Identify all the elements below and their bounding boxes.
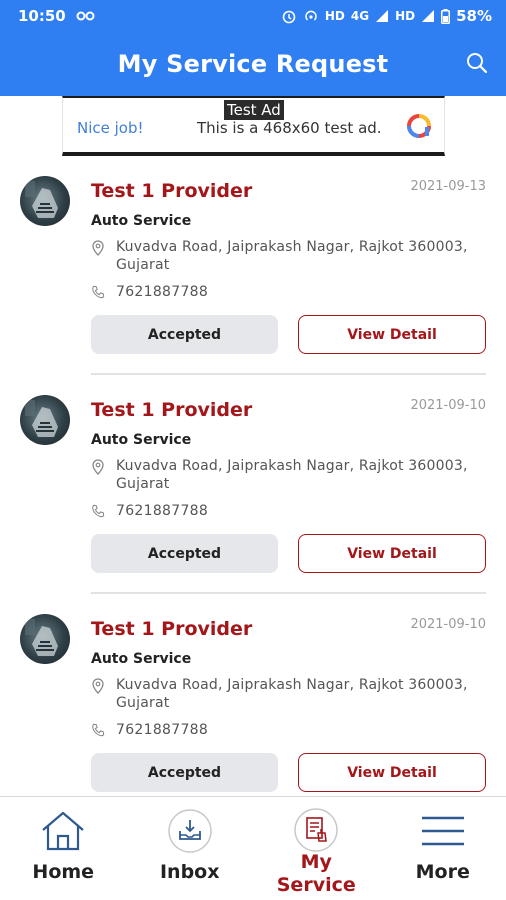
signal-icon: [375, 9, 389, 23]
status-bar: 10:50 HD 4G HD 58%: [0, 0, 506, 32]
provider-name: Test 1 Provider: [91, 180, 253, 202]
nav-item-home[interactable]: Home: [0, 797, 127, 900]
address: Kuvadva Road, Jaiprakash Nagar, Rajkot 3…: [116, 458, 468, 492]
battery-icon: [441, 8, 451, 24]
network-label-1: HD: [324, 9, 345, 23]
ad-label: Test Ad: [224, 100, 284, 120]
provider-name: Test 1 Provider: [91, 618, 253, 640]
location-pin-icon: [92, 459, 104, 475]
view-detail-button[interactable]: View Detail: [298, 315, 486, 354]
service-request-icon: [293, 807, 339, 853]
nav-item-more[interactable]: More: [380, 797, 506, 900]
phone-icon: [92, 723, 105, 737]
battery-percent: 58%: [456, 7, 492, 25]
card-divider: [91, 592, 486, 594]
nav-label-more: More: [415, 861, 470, 883]
nav-item-inbox[interactable]: Inbox: [127, 797, 254, 900]
page-title: My Service Request: [117, 50, 389, 78]
provider-name: Test 1 Provider: [91, 399, 253, 421]
request-card: Test 1 Provider 2021-09-13 Auto Service …: [20, 160, 486, 379]
search-icon: [467, 53, 488, 74]
inbox-icon: [167, 807, 213, 855]
nav-item-my-service-request[interactable]: My Service Request: [253, 797, 380, 900]
status-badge: Accepted: [91, 753, 278, 792]
phone-number: 7621887788: [116, 503, 209, 519]
location-pin-icon: [92, 678, 104, 694]
service-name: Auto Service: [91, 651, 192, 667]
service-name: Auto Service: [91, 213, 192, 229]
app-bar: My Service Request: [0, 32, 506, 96]
address: Kuvadva Road, Jaiprakash Nagar, Rajkot 3…: [116, 239, 468, 273]
avatar: [20, 614, 70, 664]
request-list[interactable]: Test 1 Provider 2021-09-13 Auto Service …: [0, 160, 506, 796]
status-badge: Accepted: [91, 315, 278, 354]
card-divider: [91, 373, 486, 375]
status-time: 10:50: [18, 7, 66, 25]
avatar: [20, 176, 70, 226]
network-label-2: 4G: [350, 9, 370, 23]
phone-number: 7621887788: [116, 722, 209, 738]
nav-label-my-service-request: My Service Request: [272, 851, 360, 900]
phone-icon: [92, 504, 105, 518]
search-button[interactable]: [464, 50, 490, 76]
service-name: Auto Service: [91, 432, 192, 448]
request-date: 2021-09-10: [410, 398, 486, 413]
ad-nice-text: Nice job!: [77, 119, 144, 137]
alarm-icon: [281, 8, 297, 24]
ad-text: This is a 468x60 test ad.: [197, 119, 382, 137]
phone-icon: [92, 285, 105, 299]
view-detail-button[interactable]: View Detail: [298, 534, 486, 573]
request-date: 2021-09-10: [410, 617, 486, 632]
status-badge: Accepted: [91, 534, 278, 573]
home-icon: [40, 807, 86, 855]
address: Kuvadva Road, Jaiprakash Nagar, Rajkot 3…: [116, 677, 468, 711]
signal-icon-2: [421, 9, 435, 23]
nav-label-home: Home: [32, 861, 95, 883]
bottom-nav: Home Inbox My Service Request More: [0, 796, 506, 900]
request-card: Test 1 Provider 2021-09-10 Auto Service …: [20, 379, 486, 598]
network-label-3: HD: [395, 9, 416, 23]
avatar: [20, 395, 70, 445]
hotspot-icon: [303, 8, 319, 24]
phone-number: 7621887788: [116, 284, 209, 300]
location-pin-icon: [92, 240, 104, 256]
menu-icon: [419, 807, 467, 855]
request-card: Test 1 Provider 2021-09-10 Auto Service …: [20, 598, 486, 796]
nav-label-inbox: Inbox: [159, 861, 220, 883]
request-date: 2021-09-13: [410, 179, 486, 194]
link-icon: [76, 11, 96, 21]
ad-banner[interactable]: Test Ad Nice job! This is a 468x60 test …: [62, 96, 445, 156]
ad-logo-icon: [407, 114, 431, 138]
view-detail-button[interactable]: View Detail: [298, 753, 486, 792]
